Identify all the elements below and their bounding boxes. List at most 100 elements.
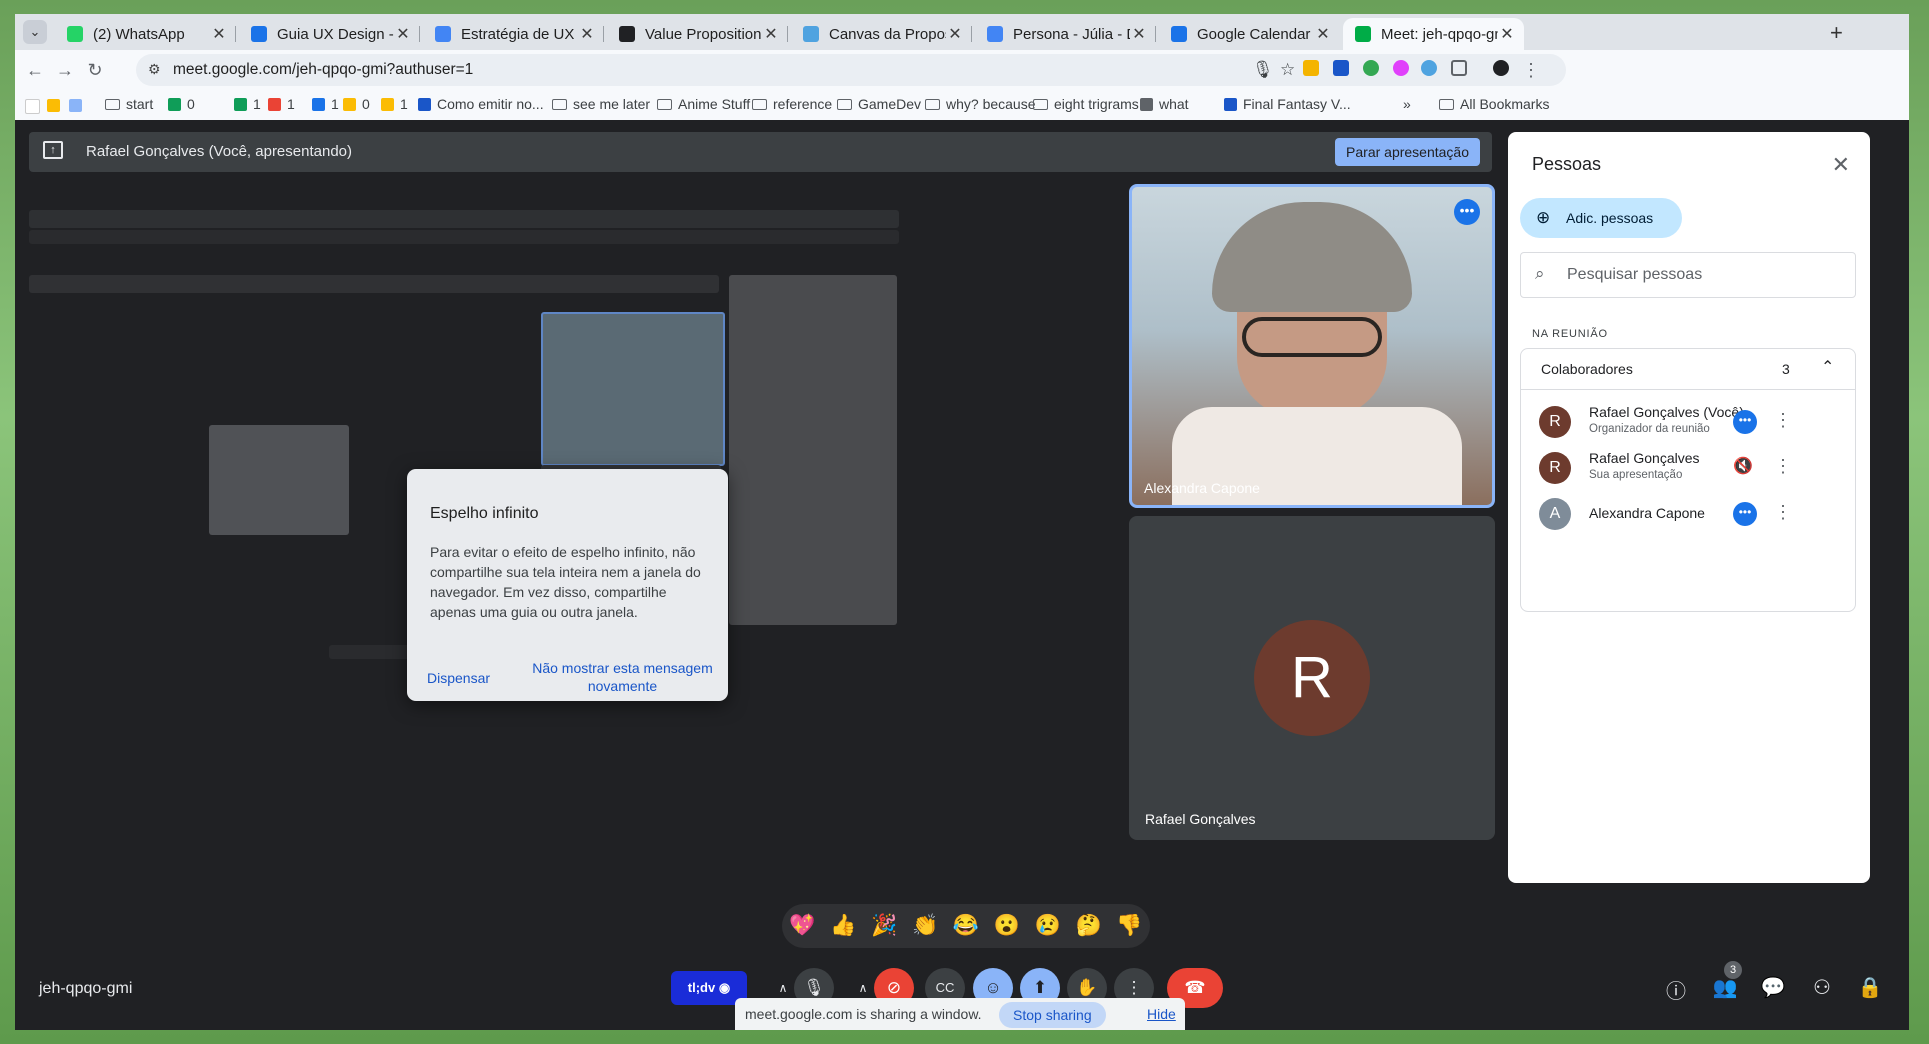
profile-avatar[interactable] — [1493, 60, 1509, 76]
bookmark-item[interactable]: eight trigrams — [1033, 96, 1139, 112]
address-bar[interactable]: ⚙ meet.google.com/jeh-qpqo-gmi?authuser=… — [136, 54, 1566, 86]
meeting-details-icon[interactable]: ⓘ — [1663, 975, 1689, 1004]
extension-icon[interactable] — [1363, 60, 1379, 76]
reaction-button[interactable]: 💖 — [789, 914, 815, 938]
participant-row[interactable]: R Rafael Gonçalves Sua apresentação 🔇 ⋮ — [1521, 442, 1855, 492]
chat-icon[interactable]: 💬 — [1760, 975, 1786, 1000]
close-tab-icon[interactable]: ✕ — [578, 24, 596, 44]
dont-show-again-button[interactable]: Não mostrar esta mensagem novamente — [525, 659, 720, 695]
reaction-button[interactable]: 🎉 — [871, 914, 897, 938]
mic-muted-icon: 🔇 — [1733, 458, 1753, 475]
participant-more-icon[interactable]: ⋮ — [1774, 502, 1792, 523]
bookmark-item[interactable]: 0 — [343, 96, 370, 112]
tab-label: Estratégia de UX - Lab — [461, 25, 578, 43]
tab-6[interactable]: Google Calendar - May✕ — [1159, 18, 1340, 50]
close-tab-icon[interactable]: ✕ — [1314, 24, 1332, 44]
chevron-up-icon[interactable]: ⌃ — [1821, 357, 1834, 377]
bookmark-icon[interactable] — [25, 99, 40, 114]
site-info-icon[interactable]: ⚙ — [148, 61, 161, 78]
reaction-button[interactable]: 👏 — [912, 914, 938, 938]
bookmark-item[interactable]: 0 — [168, 96, 195, 112]
bookmark-item[interactable]: 1 — [234, 96, 261, 112]
bookmark-item[interactable]: what — [1140, 96, 1189, 112]
extension-icon[interactable] — [1421, 60, 1437, 76]
reload-icon[interactable]: ↻ — [83, 58, 107, 82]
bookmark-item[interactable]: see me later — [552, 96, 650, 112]
host-controls-icon[interactable]: 🔒 — [1857, 975, 1883, 1000]
search-people-input[interactable]: ⌕ Pesquisar pessoas — [1520, 252, 1856, 298]
bookmark-item[interactable]: start — [105, 96, 153, 112]
microphone-icon[interactable]: 🎙 — [1252, 60, 1274, 80]
reaction-button[interactable]: 😮 — [994, 914, 1020, 938]
bookmark-item[interactable]: 1 — [312, 96, 339, 112]
close-tab-icon[interactable]: ✕ — [946, 24, 964, 44]
bookmark-label: 1 — [253, 96, 261, 112]
bookmark-icon[interactable] — [69, 99, 82, 112]
extension-icon[interactable] — [1393, 60, 1409, 76]
extension-icon[interactable] — [1303, 60, 1319, 76]
bookmark-icon[interactable] — [47, 99, 60, 112]
tab-1[interactable]: Guia UX Design - LABF✕ — [239, 18, 420, 50]
participant-row[interactable]: R Rafael Gonçalves (Você) Organizador da r… — [1521, 396, 1855, 446]
collaborators-header[interactable]: Colaboradores 3 ⌃ — [1521, 349, 1855, 390]
tab-2[interactable]: Estratégia de UX - Lab✕ — [423, 18, 604, 50]
more-bookmarks-button[interactable]: » — [1403, 96, 1411, 112]
extension-icon[interactable] — [1333, 60, 1349, 76]
bookmark-item[interactable]: Anime Stuff — [657, 96, 750, 112]
tab-5[interactable]: Persona - Júlia - Docum✕ — [975, 18, 1156, 50]
glasses-graphic — [1242, 317, 1382, 357]
meeting-code: jeh-qpqo-gmi — [39, 980, 133, 997]
back-icon[interactable]: ← — [23, 58, 47, 82]
close-icon[interactable]: ✕ — [1832, 152, 1850, 178]
all-bookmarks[interactable]: All Bookmarks — [1439, 96, 1549, 112]
bookmark-item[interactable]: reference — [752, 96, 832, 112]
hide-sharing-bar-link[interactable]: Hide — [1147, 1006, 1176, 1022]
stop-presenting-button[interactable]: Parar apresentação — [1335, 138, 1480, 166]
browser-menu-icon[interactable]: ⋮ — [1519, 58, 1543, 82]
bookmark-star-icon[interactable]: ☆ — [1280, 60, 1295, 80]
extensions-puzzle-icon[interactable] — [1451, 60, 1467, 76]
tab-3[interactable]: Value Proposition Canv✕ — [607, 18, 788, 50]
participant-more-icon[interactable]: ⋮ — [1774, 410, 1792, 431]
screen-sharing-bar: meet.google.com is sharing a window. Sto… — [735, 998, 1185, 1030]
dismiss-button[interactable]: Dispensar — [427, 669, 490, 687]
tab-7[interactable]: Meet: jeh-qpqo-gmi ✕ — [1343, 18, 1524, 50]
avatar: R — [1539, 452, 1571, 484]
new-tab-button[interactable]: + — [1830, 20, 1843, 46]
bookmark-item[interactable]: 1 — [381, 96, 408, 112]
bookmark-label: Final Fantasy V... — [1243, 96, 1351, 112]
mirror-presenting-banner — [29, 275, 719, 293]
tab-search-button[interactable]: ⌄ — [23, 20, 47, 44]
bookmark-item[interactable]: Como emitir no... — [418, 96, 544, 112]
close-tab-icon[interactable]: ✕ — [210, 24, 228, 44]
participant-row[interactable]: A Alexandra Capone ••• ⋮ — [1521, 488, 1855, 538]
close-tab-icon[interactable]: ✕ — [1130, 24, 1148, 44]
avatar: R — [1539, 406, 1571, 438]
bookmark-label: reference — [773, 96, 833, 112]
close-tab-icon[interactable]: ✕ — [394, 24, 412, 44]
bookmark-item[interactable]: 1 — [268, 96, 295, 112]
bookmarks-bar: start 0 1 1 1 0 1 Como emitir no... see me later… — [15, 90, 1909, 121]
participant-tile-alexandra[interactable]: ••• Alexandra Capone — [1129, 184, 1495, 508]
forward-icon[interactable]: → — [53, 58, 77, 82]
bookmark-item[interactable]: GameDev — [837, 96, 921, 112]
url-text[interactable]: meet.google.com/jeh-qpqo-gmi?authuser=1 — [173, 61, 473, 79]
bookmark-item[interactable]: Final Fantasy V... — [1224, 96, 1351, 112]
close-tab-icon[interactable]: ✕ — [762, 24, 780, 44]
participant-more-icon[interactable]: ⋮ — [1774, 456, 1792, 477]
tile-options-icon[interactable]: ••• — [1454, 199, 1480, 225]
reaction-button[interactable]: 👍 — [830, 914, 856, 938]
add-people-button[interactable]: ⊕ Adic. pessoas — [1520, 198, 1682, 238]
reaction-button[interactable]: 🤔 — [1075, 914, 1101, 938]
tab-4[interactable]: Canvas da Proposta de✕ — [791, 18, 972, 50]
reaction-button[interactable]: 👎 — [1116, 914, 1142, 938]
bookmark-item[interactable]: why? because — [925, 96, 1036, 112]
reaction-button[interactable]: 😂 — [953, 914, 979, 938]
close-tab-icon[interactable]: ✕ — [1498, 24, 1516, 44]
reaction-button[interactable]: 😢 — [1035, 914, 1061, 938]
participant-tile-rafael[interactable]: R Rafael Gonçalves — [1129, 516, 1495, 840]
tab-0[interactable]: (2) WhatsApp ✕ — [55, 18, 236, 50]
stop-sharing-button[interactable]: Stop sharing — [999, 1002, 1106, 1028]
activities-icon[interactable]: ⚇ — [1809, 975, 1835, 1000]
speaking-indicator-icon: ••• — [1733, 410, 1757, 434]
